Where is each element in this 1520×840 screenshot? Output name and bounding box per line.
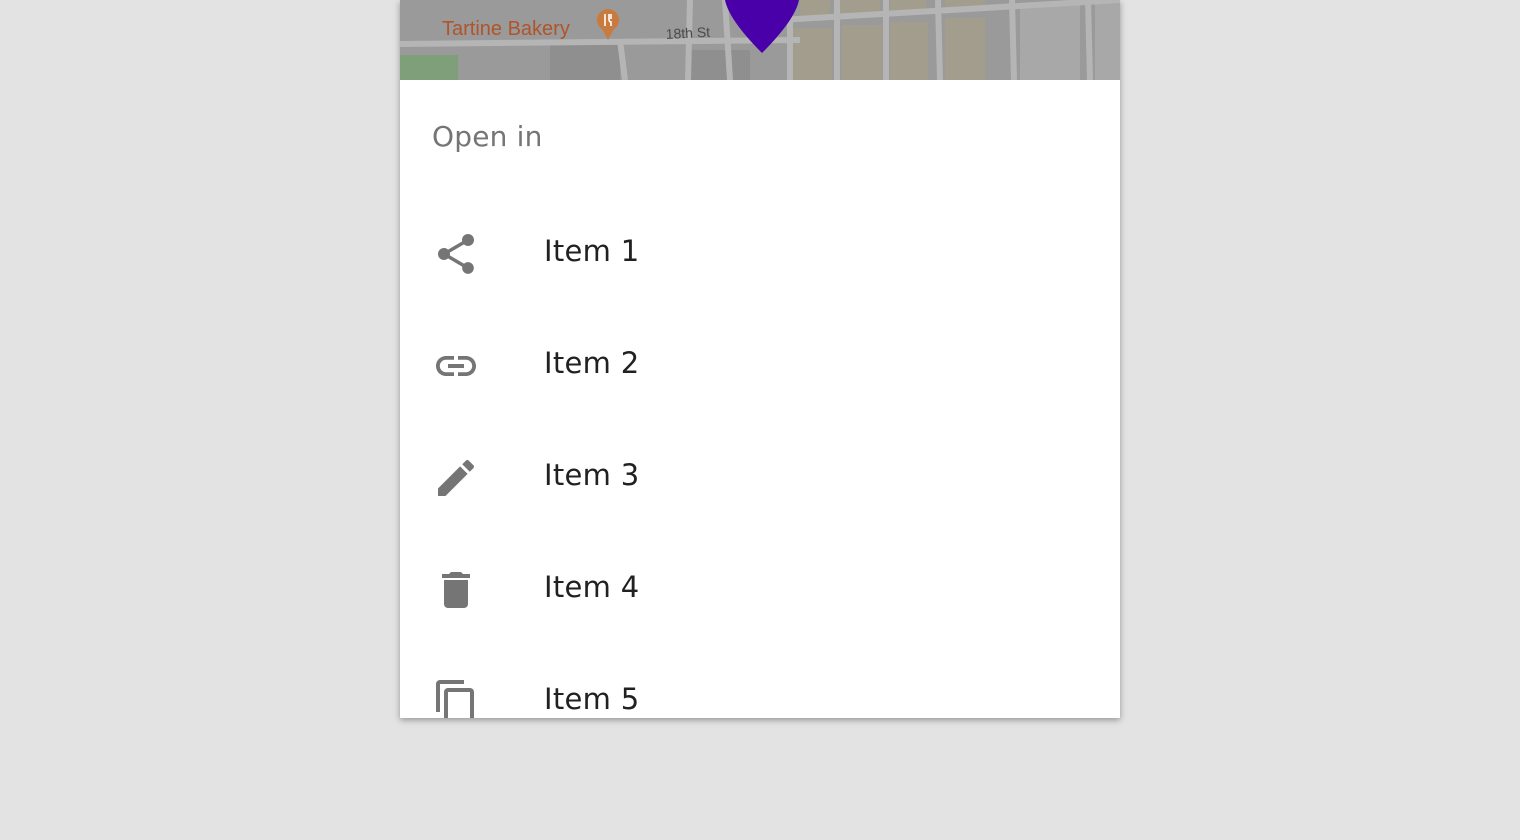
svg-text:Tartine Bakery: Tartine Bakery	[442, 18, 570, 40]
app-window: Tartine Bakery 18th St Open in Item 1 It…	[400, 0, 1120, 718]
edit-icon	[432, 454, 480, 502]
map-graphic: Tartine Bakery 18th St	[400, 0, 1120, 80]
link-icon	[432, 342, 480, 390]
item-label: Item 4	[544, 570, 640, 604]
svg-text:18th St: 18th St	[665, 24, 710, 42]
item-label: Item 5	[544, 682, 640, 716]
map-view[interactable]: Tartine Bakery 18th St	[400, 0, 1120, 80]
list-item-3[interactable]: Item 3	[400, 418, 1120, 530]
sheet-title: Open in	[432, 120, 543, 153]
list-item-4[interactable]: Item 4	[400, 530, 1120, 642]
delete-icon	[432, 566, 480, 614]
item-label: Item 1	[544, 234, 640, 268]
item-label: Item 3	[544, 458, 640, 492]
bottom-sheet: Open in Item 1 Item 2 Item 3 Item 4 Item…	[400, 80, 1120, 718]
list-item-1[interactable]: Item 1	[400, 194, 1120, 306]
item-label: Item 2	[544, 346, 640, 380]
share-icon	[432, 230, 480, 278]
list-item-5[interactable]: Item 5	[400, 642, 1120, 718]
list-item-2[interactable]: Item 2	[400, 306, 1120, 418]
copy-icon	[432, 678, 480, 718]
